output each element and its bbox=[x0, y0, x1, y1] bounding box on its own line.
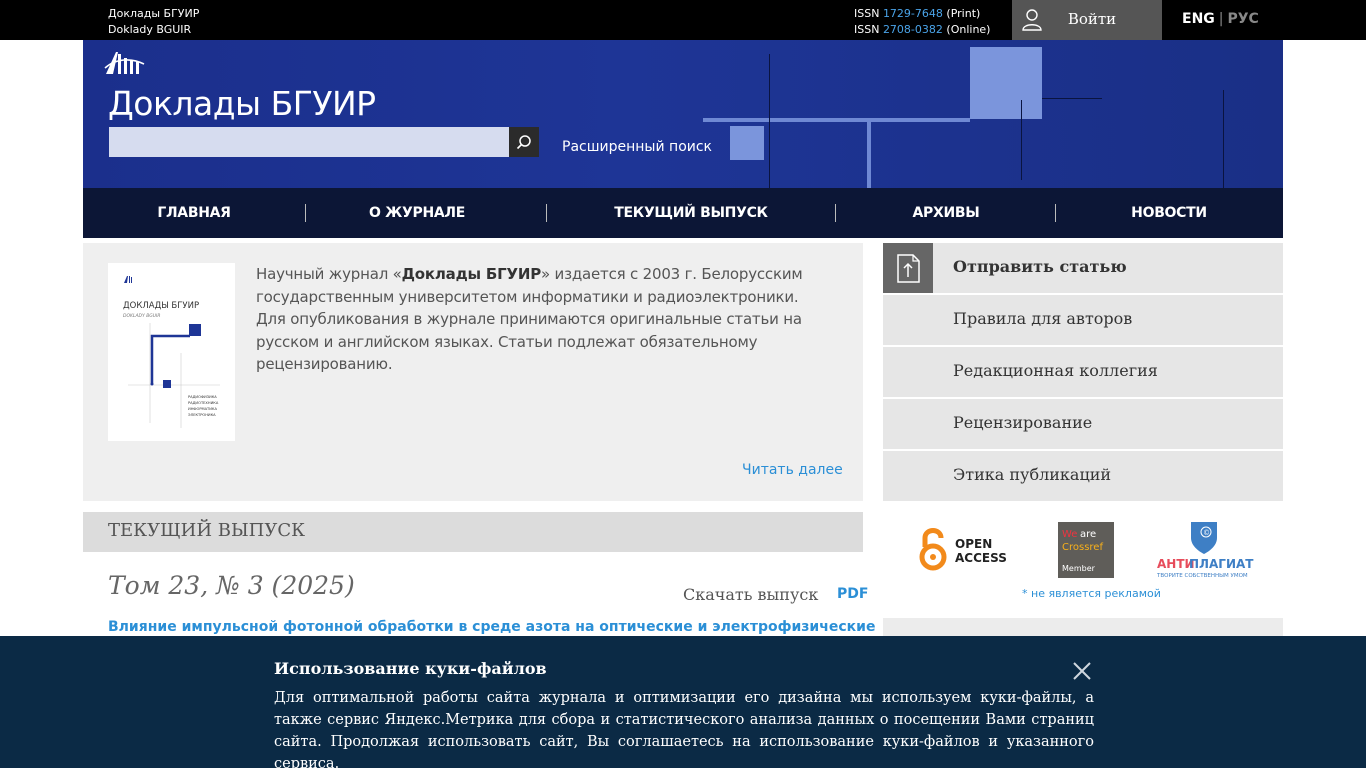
open-access-text: ACCESS bbox=[955, 551, 1007, 565]
open-access-text: OPEN bbox=[955, 537, 992, 551]
upload-document-icon bbox=[883, 243, 933, 293]
cookie-title: Использование куки-файлов bbox=[274, 659, 547, 678]
sidebar-item-publication-ethics[interactable]: Этика публикаций bbox=[883, 451, 1283, 501]
deco-vline-4 bbox=[1223, 90, 1224, 188]
cover-topic: РАДИОТЕХНИКА bbox=[188, 401, 219, 405]
nav-separator bbox=[546, 204, 547, 222]
bsuir-logo[interactable] bbox=[104, 48, 146, 76]
nav-separator bbox=[305, 204, 306, 222]
about-journal-box: ДОКЛАДЫ БГУИР DOKLADY BGUIR РАДИОФИЗИКА … bbox=[83, 243, 863, 501]
sidebar-item-editorial-board[interactable]: Редакционная коллегия bbox=[883, 347, 1283, 397]
deco-hline-2 bbox=[1042, 98, 1102, 99]
about-text-part: Для опубликования в журнале принимаются … bbox=[256, 310, 802, 373]
search-button[interactable] bbox=[509, 127, 539, 157]
cookie-banner: Использование куки-файлов Для оптимально… bbox=[0, 636, 1366, 772]
issn-online-link[interactable]: 2708-0382 bbox=[883, 23, 943, 36]
search-icon bbox=[516, 135, 531, 150]
deco-square-large bbox=[970, 47, 1042, 119]
search-input[interactable] bbox=[109, 127, 509, 157]
site-header: Доклады БГУИР Расширенный поиск bbox=[83, 40, 1283, 188]
crossref-member-text: Member bbox=[1062, 564, 1096, 573]
lang-en-link[interactable]: ENG bbox=[1182, 11, 1215, 27]
login-button[interactable]: Войти bbox=[1012, 0, 1162, 40]
crossref-text: are bbox=[1080, 529, 1096, 540]
site-name[interactable]: Доклады БГУИР Doklady BGUIR bbox=[108, 6, 199, 38]
sidebar-item-label: Рецензирование bbox=[953, 413, 1093, 432]
issue-title[interactable]: Том 23, № 3 (2025) bbox=[108, 571, 355, 600]
current-issue-header: ТЕКУЩИЙ ВЫПУСК bbox=[83, 512, 863, 552]
sidebar-item-submit-article[interactable]: Отправить статью bbox=[883, 243, 1283, 293]
crossref-member-logo[interactable]: We are Crossref Member bbox=[1058, 522, 1114, 578]
language-switcher: ENG | РУС bbox=[1182, 11, 1259, 27]
nav-archives[interactable]: АРХИВЫ bbox=[885, 188, 1007, 238]
about-text-part: Научный журнал « bbox=[256, 265, 402, 283]
journal-title[interactable]: Доклады БГУИР bbox=[108, 84, 376, 123]
sidebar-item-author-guidelines[interactable]: Правила для авторов bbox=[883, 295, 1283, 345]
advanced-search-link[interactable]: Расширенный поиск bbox=[562, 139, 712, 155]
download-pdf-link[interactable]: PDF bbox=[837, 586, 868, 602]
nav-separator bbox=[1055, 204, 1056, 222]
open-access-logo[interactable]: OPEN ACCESS bbox=[918, 525, 1028, 575]
deco-hline-1 bbox=[703, 118, 970, 122]
read-more-link[interactable]: Читать далее bbox=[742, 462, 843, 478]
nav-current-issue[interactable]: ТЕКУЩИЙ ВЫПУСК bbox=[583, 188, 799, 238]
site-name-ru: Доклады БГУИР bbox=[108, 7, 200, 20]
svg-text:©: © bbox=[1203, 529, 1210, 537]
about-description: Научный журнал «Доклады БГУИР» издается … bbox=[256, 263, 846, 376]
top-bar: Доклады БГУИР Doklady BGUIR ISSN 1729-76… bbox=[0, 0, 1366, 40]
journal-cover-image[interactable]: ДОКЛАДЫ БГУИР DOKLADY BGUIR РАДИОФИЗИКА … bbox=[108, 263, 235, 441]
nav-separator bbox=[835, 204, 836, 222]
crossref-text: Crossref bbox=[1062, 542, 1103, 553]
lang-ru-link[interactable]: РУС bbox=[1228, 11, 1259, 27]
nav-home[interactable]: ГЛАВНАЯ bbox=[113, 188, 275, 238]
site-name-en: Doklady BGUIR bbox=[108, 23, 192, 36]
sidebar-item-peer-review[interactable]: Рецензирование bbox=[883, 399, 1283, 449]
main-nav: ГЛАВНАЯ О ЖУРНАЛЕ ТЕКУЩИЙ ВЫПУСК АРХИВЫ … bbox=[83, 188, 1283, 238]
cover-topic: РАДИОФИЗИКА bbox=[188, 395, 217, 399]
deco-vline-3 bbox=[1021, 100, 1022, 180]
sidebar-item-label: Отправить статью bbox=[953, 257, 1127, 276]
cover-subtitle: DOKLADY BGUIR bbox=[123, 313, 161, 319]
download-issue-label: Скачать выпуск bbox=[683, 585, 819, 604]
not-advertising-note: * не является рекламой bbox=[1022, 587, 1161, 600]
cookie-text: Для оптимальной работы сайта журнала и о… bbox=[274, 690, 1094, 772]
close-icon[interactable] bbox=[1071, 660, 1093, 682]
sidebar-item-label: Этика публикаций bbox=[953, 465, 1112, 484]
cover-topic: ЭЛЕКТРОНИКА bbox=[188, 413, 216, 417]
sidebar-item-label: Правила для авторов bbox=[953, 309, 1133, 328]
about-text-journal-name: Доклады БГУИР bbox=[401, 265, 542, 283]
cover-topic: ИНФОРМАТИКА bbox=[188, 407, 217, 411]
issn-online-type: (Online) bbox=[946, 23, 991, 36]
deco-vline-2 bbox=[769, 54, 770, 188]
issn-print-link[interactable]: 1729-7648 bbox=[883, 7, 943, 20]
antiplagiat-slogan: ТВОРИТЕ СОБСТВЕННЫМ УМОМ bbox=[1156, 573, 1248, 579]
issn-print-label: ISSN bbox=[854, 7, 880, 20]
antiplagiat-text: ПЛАГИАТ bbox=[1189, 557, 1254, 571]
issn-print-type: (Print) bbox=[946, 7, 981, 20]
article-title-link[interactable]: Влияние импульсной фотонной обработки в … bbox=[108, 619, 875, 635]
deco-square-small bbox=[730, 126, 764, 160]
cover-graphic: ДОКЛАДЫ БГУИР DOKLADY BGUIR РАДИОФИЗИКА … bbox=[108, 263, 235, 441]
sidebar-item-label: Редакционная коллегия bbox=[953, 361, 1158, 380]
crossref-text: We bbox=[1062, 529, 1077, 540]
nav-news[interactable]: НОВОСТИ bbox=[1113, 188, 1225, 238]
issn-block: ISSN 1729-7648 (Print) ISSN 2708-0382 (O… bbox=[854, 6, 990, 38]
sidebar-next-block bbox=[883, 618, 1283, 638]
lang-separator: | bbox=[1218, 11, 1224, 27]
deco-vline-1 bbox=[867, 122, 871, 188]
issn-online-label: ISSN bbox=[854, 23, 880, 36]
nav-about[interactable]: О ЖУРНАЛЕ bbox=[335, 188, 499, 238]
login-label: Войти bbox=[1067, 10, 1117, 28]
current-issue-heading: ТЕКУЩИЙ ВЫПУСК bbox=[108, 520, 306, 541]
antiplagiat-logo[interactable]: © АНТИ ПЛАГИАТ ТВОРИТЕ СОБСТВЕННЫМ УМОМ bbox=[1155, 520, 1255, 580]
cover-title: ДОКЛАДЫ БГУИР bbox=[123, 301, 199, 311]
